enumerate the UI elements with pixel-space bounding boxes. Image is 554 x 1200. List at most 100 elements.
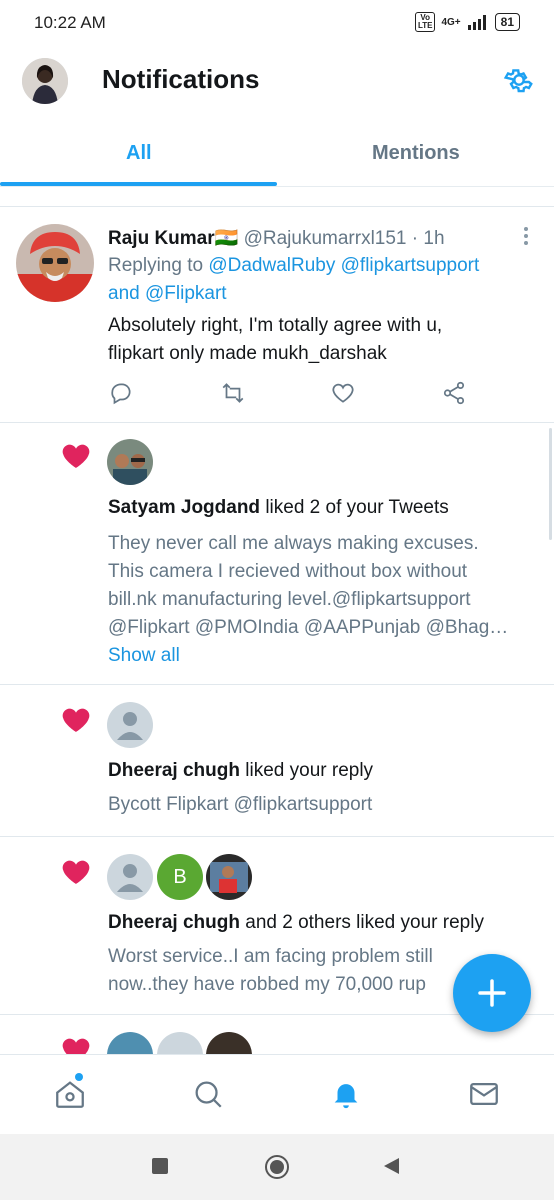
page-title: Notifications xyxy=(102,64,260,94)
status-bar: 10:22 AM Vo LTE 4G+ 81 xyxy=(0,0,554,44)
signal-icon xyxy=(467,15,486,30)
more-vertical-icon xyxy=(524,227,528,245)
liked-tweet-preview[interactable]: Bycott Flipkart @flipkartsupport xyxy=(108,791,548,819)
default-avatar-icon xyxy=(117,864,143,892)
liker-avatar[interactable] xyxy=(107,854,153,900)
back-button[interactable] xyxy=(381,1156,401,1181)
nav-notifications[interactable] xyxy=(329,1077,363,1116)
preview-line: @Flipkart @PMOIndia @AAPPunjab @Bhag… xyxy=(108,617,509,638)
default-avatar-icon xyxy=(117,712,143,740)
share-icon xyxy=(443,381,465,405)
bell-icon xyxy=(334,1084,358,1109)
notification-title: Dheeraj chugh and 2 others liked your re… xyxy=(108,912,484,934)
profile-photo xyxy=(22,58,68,104)
search-icon xyxy=(195,1081,222,1108)
liker-avatar[interactable] xyxy=(107,702,153,748)
tweet-line: flipkart only made mukh_darshak xyxy=(108,343,387,364)
notification-action: liked your reply xyxy=(245,760,374,781)
divider xyxy=(0,422,554,423)
nav-search[interactable] xyxy=(191,1077,225,1116)
replying-and: and xyxy=(108,283,140,304)
liker-photo xyxy=(107,439,153,485)
replying-prefix: Replying to xyxy=(108,255,204,276)
tab-mentions[interactable]: Mentions xyxy=(372,142,460,165)
notification-title: Satyam Jogdand liked 2 of your Tweets xyxy=(108,497,449,519)
preview-line: Bycott Flipkart @flipkartsupport xyxy=(108,794,373,815)
author-handle: @Rajukumarrxl151 xyxy=(243,228,407,249)
partial-avatars xyxy=(107,1032,257,1054)
preview-line: bill.nk manufacturing level.@flipkartsup… xyxy=(108,589,471,610)
tab-divider xyxy=(0,186,554,187)
notification-action: liked 2 of your Tweets xyxy=(265,497,449,518)
nav-messages[interactable] xyxy=(467,1077,501,1116)
replying-to: Replying to @DadwalRuby @flipkartsupport… xyxy=(108,252,538,308)
liker-photo xyxy=(206,854,252,900)
liker-name[interactable]: Satyam Jogdand xyxy=(108,497,260,518)
like-button[interactable] xyxy=(330,380,356,411)
reply-icon xyxy=(111,383,131,405)
liker-avatar[interactable] xyxy=(206,1032,252,1054)
network-label: 4G+ xyxy=(441,16,461,28)
home-button[interactable] xyxy=(264,1154,289,1179)
tweet-time: · 1h xyxy=(411,228,445,249)
retweet-button[interactable] xyxy=(220,380,246,411)
scrollbar[interactable] xyxy=(549,428,552,540)
tweet-author-avatar[interactable] xyxy=(16,224,94,302)
settings-button[interactable] xyxy=(503,64,535,96)
more-options-button[interactable] xyxy=(518,226,534,246)
like-notification-icon xyxy=(60,856,92,893)
mention-link[interactable]: @flipkartsupport xyxy=(341,255,480,276)
like-notification-icon xyxy=(60,1034,92,1054)
heart-filled-icon xyxy=(62,708,90,732)
liker-avatar[interactable] xyxy=(107,439,153,485)
volte-icon: Vo LTE xyxy=(414,12,436,32)
back-triangle-icon xyxy=(384,1158,399,1174)
share-button[interactable] xyxy=(441,380,467,411)
divider xyxy=(0,206,554,207)
show-all-link[interactable]: Show all xyxy=(108,642,180,670)
liker-name[interactable]: Dheeraj chugh xyxy=(108,760,240,781)
status-icons: Vo LTE 4G+ 81 xyxy=(414,12,520,32)
liked-tweet-preview[interactable]: They never call me always making excuses… xyxy=(108,530,548,642)
liker-avatar-letter[interactable]: B xyxy=(157,854,203,900)
divider xyxy=(0,836,554,837)
system-navigation-bar xyxy=(0,1134,554,1200)
tweet-line: Absolutely right, I'm totally agree with… xyxy=(108,315,443,336)
preview-line: This camera I recieved without box witho… xyxy=(108,561,468,582)
divider xyxy=(0,684,554,685)
home-icon xyxy=(56,1081,84,1108)
notification-action: and 2 others liked your reply xyxy=(245,912,484,933)
new-content-dot xyxy=(75,1073,83,1081)
liker-avatar[interactable] xyxy=(157,1032,203,1054)
mention-link[interactable]: @DadwalRuby xyxy=(208,255,335,276)
retweet-icon xyxy=(222,383,244,403)
tab-all[interactable]: All xyxy=(126,142,152,165)
status-time: 10:22 AM xyxy=(34,13,106,32)
liker-avatar[interactable] xyxy=(107,1032,153,1054)
mention-link[interactable]: @Flipkart xyxy=(145,283,227,304)
heart-outline-icon xyxy=(332,383,354,403)
author-photo xyxy=(16,224,94,302)
flag-emoji: 🇮🇳 xyxy=(214,228,239,249)
preview-line: They never call me always making excuses… xyxy=(108,533,479,554)
liker-name[interactable]: Dheeraj chugh xyxy=(108,912,240,933)
gear-icon xyxy=(503,69,533,93)
heart-filled-icon xyxy=(62,444,90,468)
reply-button[interactable] xyxy=(108,380,134,411)
compose-tweet-button[interactable] xyxy=(453,954,531,1032)
profile-avatar[interactable] xyxy=(22,58,68,104)
liker-avatar[interactable] xyxy=(206,854,252,900)
mail-icon xyxy=(470,1082,498,1106)
bottom-navigation xyxy=(0,1054,554,1135)
nav-home[interactable] xyxy=(53,1073,87,1116)
tweet-text: Absolutely right, I'm totally agree with… xyxy=(108,312,548,368)
plus-icon xyxy=(478,979,506,1007)
circle-home-icon xyxy=(265,1155,289,1179)
author-name[interactable]: Raju Kumar xyxy=(108,228,215,249)
tweet-header: Raju Kumar🇮🇳 @Rajukumarrxl151 · 1h xyxy=(108,226,445,250)
notification-title: Dheeraj chugh liked your reply xyxy=(108,760,373,782)
recent-apps-button[interactable] xyxy=(152,1158,168,1174)
like-notification-icon xyxy=(60,704,92,741)
heart-filled-icon xyxy=(62,860,90,884)
heart-filled-icon xyxy=(62,1038,90,1054)
